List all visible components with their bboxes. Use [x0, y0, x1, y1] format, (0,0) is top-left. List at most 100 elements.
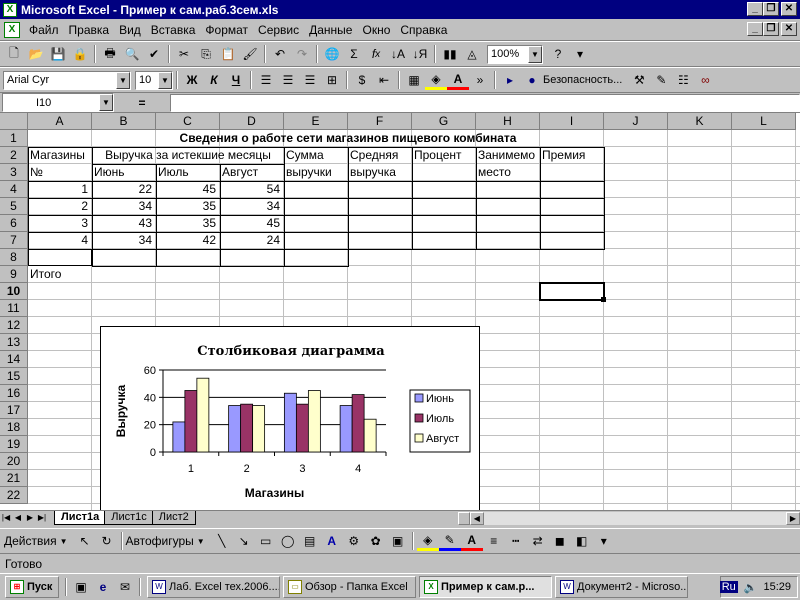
toolbar-options-icon[interactable]: ▾ [569, 44, 591, 64]
oval-icon[interactable]: ◯ [277, 531, 299, 551]
row-header-9[interactable]: 9 [0, 266, 28, 283]
tab-split-handle[interactable] [457, 511, 470, 525]
row-header-1[interactable]: 1 [0, 130, 28, 147]
row-header-18[interactable]: 18 [0, 419, 28, 436]
sort-descending-icon[interactable]: ↓Я [409, 44, 431, 64]
help-icon[interactable]: ? [547, 44, 569, 64]
italic-button[interactable]: К [203, 70, 225, 90]
undo-icon[interactable]: ↶ [269, 44, 291, 64]
font-name-combo[interactable]: Arial Cyr ▼ [3, 70, 131, 90]
task-excel-active[interactable]: X Пример к сам.р... [419, 576, 552, 598]
line-style-icon[interactable]: ≡ [483, 531, 505, 551]
menu-edit[interactable]: Правка [64, 23, 115, 37]
actions-dropdown-icon[interactable]: ▼ [60, 537, 68, 546]
link-icon[interactable]: ∞ [694, 70, 716, 90]
open-icon[interactable]: 📂 [25, 44, 47, 64]
column-header-h[interactable]: H [476, 113, 540, 130]
textbox-icon[interactable]: ▤ [299, 531, 321, 551]
row-header-8[interactable]: 8 [0, 249, 28, 266]
actions-menu[interactable]: Действия [4, 534, 57, 548]
row-header-16[interactable]: 16 [0, 385, 28, 402]
column-header-a[interactable]: A [28, 113, 92, 130]
task-lab-excel[interactable]: W Лаб. Excel тех.2006.... [147, 576, 280, 598]
hscroll-track[interactable] [483, 511, 786, 525]
menu-format[interactable]: Формат [200, 23, 253, 37]
last-sheet-icon[interactable]: ▶| [36, 512, 48, 525]
align-left-icon[interactable]: ☰ [255, 70, 277, 90]
draw-fill-color-icon[interactable]: ◈ [416, 531, 439, 551]
diagram-icon[interactable]: ⚙ [343, 531, 365, 551]
3d-icon[interactable]: ◧ [571, 531, 593, 551]
dash-style-icon[interactable]: ┅ [505, 531, 527, 551]
row-header-7[interactable]: 7 [0, 232, 28, 249]
chart-object[interactable]: Столбиковая диаграмма 0 20 40 60 1 2 3 4 Выручка М… [100, 326, 480, 510]
control-toolbox-icon[interactable]: ⚒ [628, 70, 650, 90]
start-button[interactable]: ⊞ Пуск [5, 576, 59, 598]
menu-file[interactable]: Файл [24, 23, 64, 37]
font-size-dropdown-icon[interactable]: ▼ [158, 71, 172, 89]
menu-data[interactable]: Данные [304, 23, 357, 37]
function-icon[interactable]: fx [365, 44, 387, 64]
paste-icon[interactable]: 📋 [217, 44, 239, 64]
restore-button[interactable]: ❐ [763, 2, 779, 16]
column-header-l[interactable]: L [732, 113, 796, 130]
excel-app-icon[interactable]: X [3, 2, 17, 17]
first-sheet-icon[interactable]: |◀ [0, 512, 12, 525]
new-icon[interactable]: 🗋 [3, 44, 25, 64]
doc-minimize-button[interactable]: _ [747, 22, 763, 36]
copy-icon[interactable]: ⎘ [195, 44, 217, 64]
arrow-icon[interactable]: ↘ [233, 531, 255, 551]
rectangle-icon[interactable]: ▭ [255, 531, 277, 551]
volume-icon[interactable]: 🔈 [744, 581, 758, 594]
select-objects-icon[interactable]: ↖ [74, 531, 96, 551]
show-desktop-icon[interactable]: ▣ [70, 577, 92, 597]
prev-sheet-icon[interactable]: ◀ [12, 512, 24, 525]
hyperlink-icon[interactable]: 🌐 [321, 44, 343, 64]
column-header-g[interactable]: G [412, 113, 476, 130]
toolbar-more-icon[interactable]: » [469, 70, 491, 90]
row-header-13[interactable]: 13 [0, 334, 28, 351]
column-header-d[interactable]: D [220, 113, 284, 130]
language-indicator[interactable]: Ru [719, 581, 738, 593]
row-header-11[interactable]: 11 [0, 300, 28, 317]
column-header-c[interactable]: C [156, 113, 220, 130]
autoshapes-menu[interactable]: Автофигуры [126, 534, 194, 548]
document-icon[interactable]: X [4, 21, 20, 38]
shadow-icon[interactable]: ◼ [549, 531, 571, 551]
row-header-4[interactable]: 4 [0, 181, 28, 198]
minimize-button[interactable]: _ [747, 2, 763, 16]
permission-icon[interactable]: 🔒 [69, 44, 91, 64]
fill-handle[interactable] [601, 297, 606, 302]
column-header-f[interactable]: F [348, 113, 412, 130]
save-icon[interactable]: 💾 [47, 44, 69, 64]
design-mode-icon[interactable]: ✎ [650, 70, 672, 90]
name-box[interactable]: I10 ▼ [2, 93, 114, 112]
line-color-icon[interactable]: ✎ [438, 531, 461, 551]
column-header-k[interactable]: K [668, 113, 732, 130]
doc-restore-button[interactable]: ❐ [763, 22, 779, 36]
formula-input[interactable] [170, 93, 800, 112]
fill-color-icon[interactable]: ◈ [425, 70, 447, 90]
merge-center-icon[interactable]: ⊞ [321, 70, 343, 90]
worksheet-grid[interactable]: ABCDEFGHIJKL 1 2 3 4 5 6 7 8 9 10 11 12 13 14 15 16 17 18… [0, 113, 800, 510]
menu-view[interactable]: Вид [114, 23, 146, 37]
underline-button[interactable]: Ч [225, 70, 247, 90]
align-center-icon[interactable]: ☰ [277, 70, 299, 90]
row-header-10[interactable]: 10 [0, 283, 28, 300]
clipart-icon[interactable]: ✿ [365, 531, 387, 551]
row-header-19[interactable]: 19 [0, 436, 28, 453]
row-header-17[interactable]: 17 [0, 402, 28, 419]
column-header-b[interactable]: B [92, 113, 156, 130]
menu-insert[interactable]: Вставка [146, 23, 201, 37]
menu-tools[interactable]: Сервис [253, 23, 304, 37]
row-header-22[interactable]: 22 [0, 487, 28, 504]
sheet-tab-2[interactable]: Лист2 [151, 511, 196, 525]
formula-equals-icon[interactable]: = [114, 96, 170, 110]
arrow-style-icon[interactable]: ⇄ [527, 531, 549, 551]
internet-explorer-icon[interactable]: e [92, 577, 114, 597]
cut-icon[interactable]: ✂ [173, 44, 195, 64]
redo-icon[interactable]: ↷ [291, 44, 313, 64]
doc-close-button[interactable]: ✕ [781, 22, 797, 36]
outlook-icon[interactable]: ✉ [114, 577, 136, 597]
print-icon[interactable]: 🖶 [99, 44, 121, 64]
